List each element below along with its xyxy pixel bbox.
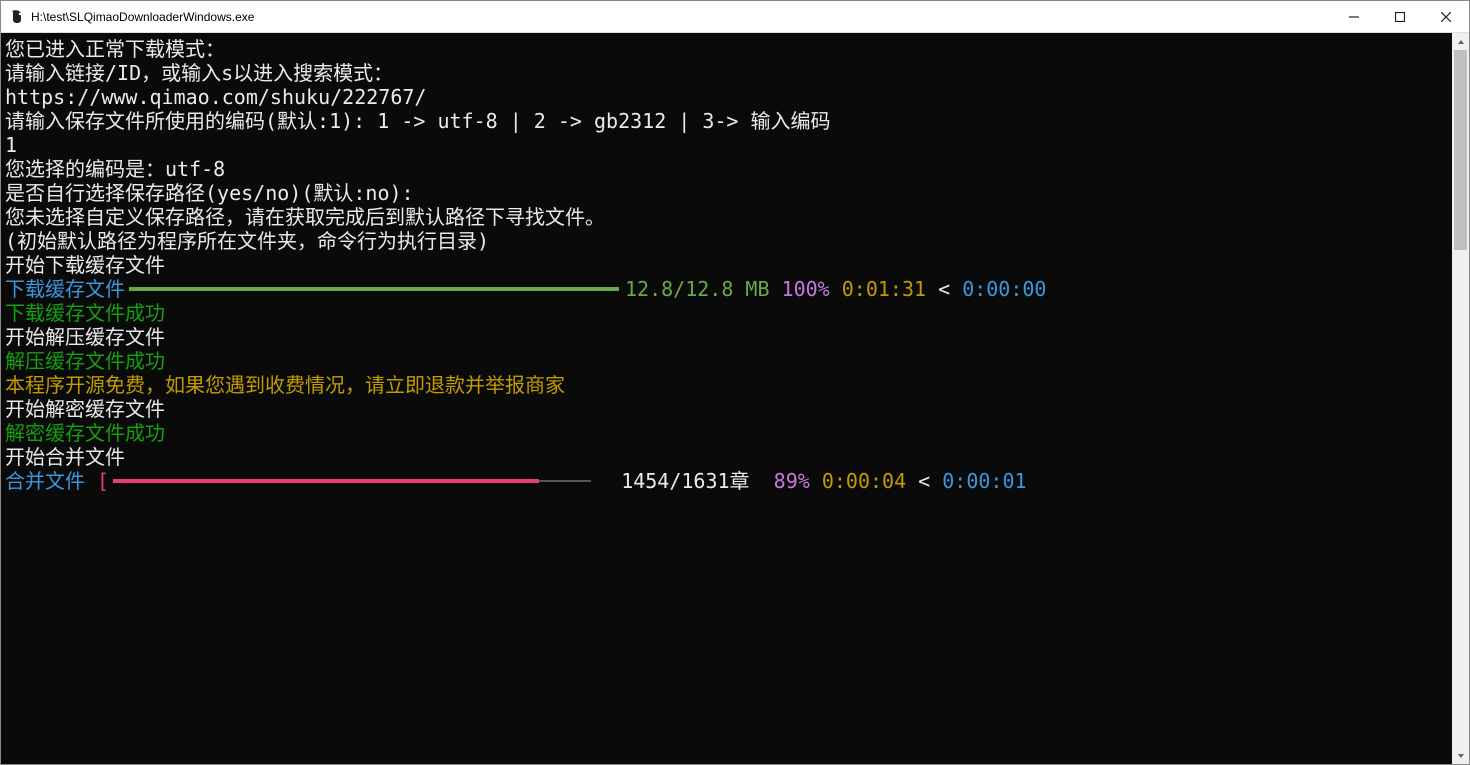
vertical-scrollbar[interactable]	[1452, 33, 1469, 764]
progress-label: 合并文件	[5, 469, 85, 493]
console-line: 开始下载缓存文件	[5, 253, 1448, 277]
progress-bar	[113, 480, 591, 482]
progress-size: 12.8/12.8 MB	[625, 277, 770, 301]
app-icon	[9, 9, 25, 25]
progress-bar	[129, 288, 619, 290]
console-line: 请输入保存文件所使用的编码(默认:1): 1 -> utf-8 | 2 -> g…	[5, 109, 1448, 133]
progress-fill	[129, 287, 619, 291]
progress-fill	[113, 479, 538, 483]
progress-eta: 0:00:01	[942, 469, 1026, 493]
spacer	[830, 277, 842, 301]
console-line: 解密缓存文件成功	[5, 421, 1448, 445]
progress-rest	[539, 480, 592, 482]
console-line: https://www.qimao.com/shuku/222767/	[5, 85, 1448, 109]
console-line: 请输入链接/ID，或输入s以进入搜索模式：	[5, 61, 1448, 85]
console-line: 您已进入正常下载模式：	[5, 37, 1448, 61]
progress-merge-line: 合并文件 [ 1454/1631章 89% 0:00:04 < 0:00:01	[5, 469, 1448, 493]
console-output[interactable]: 您已进入正常下载模式： 请输入链接/ID，或输入s以进入搜索模式： https:…	[1, 33, 1452, 764]
console-wrapper: 您已进入正常下载模式： 请输入链接/ID，或输入s以进入搜索模式： https:…	[1, 33, 1469, 764]
console-line: 开始合并文件	[5, 445, 1448, 469]
progress-count: 1454/1631章	[621, 469, 761, 493]
progress-percent: 100%	[782, 277, 830, 301]
bracket-icon: [	[85, 469, 109, 493]
progress-percent: 89%	[774, 469, 810, 493]
maximize-button[interactable]	[1377, 1, 1423, 33]
scroll-up-button[interactable]	[1452, 33, 1469, 50]
window-title: H:\test\SLQimaoDownloaderWindows.exe	[31, 10, 254, 24]
spacer	[770, 277, 782, 301]
spacer	[762, 469, 774, 493]
spacer	[597, 469, 621, 493]
console-line: 您选择的编码是：utf-8	[5, 157, 1448, 181]
progress-elapsed: 0:01:31	[842, 277, 926, 301]
scroll-down-button[interactable]	[1452, 747, 1469, 764]
progress-sep: <	[926, 277, 962, 301]
console-line: 本程序开源免费，如果您遇到收费情况，请立即退款并举报商家	[5, 373, 1448, 397]
scroll-thumb[interactable]	[1454, 50, 1467, 250]
console-line: 1	[5, 133, 1448, 157]
progress-download-line: 下载缓存文件 12.8/12.8 MB 100% 0:01:31 < 0:00:…	[5, 277, 1448, 301]
console-line: 是否自行选择保存路径(yes/no)(默认:no):	[5, 181, 1448, 205]
progress-eta: 0:00:00	[962, 277, 1046, 301]
titlebar[interactable]: H:\test\SLQimaoDownloaderWindows.exe	[1, 1, 1469, 33]
spacer	[810, 469, 822, 493]
minimize-button[interactable]	[1331, 1, 1377, 33]
console-line: 您未选择自定义保存路径，请在获取完成后到默认路径下寻找文件。	[5, 205, 1448, 229]
close-button[interactable]	[1423, 1, 1469, 33]
console-line: 开始解密缓存文件	[5, 397, 1448, 421]
app-window: H:\test\SLQimaoDownloaderWindows.exe 您已进…	[0, 0, 1470, 765]
progress-elapsed: 0:00:04	[822, 469, 906, 493]
progress-sep: <	[906, 469, 942, 493]
progress-label: 下载缓存文件	[5, 277, 125, 301]
console-line: (初始默认路径为程序所在文件夹，命令行为执行目录)	[5, 229, 1448, 253]
